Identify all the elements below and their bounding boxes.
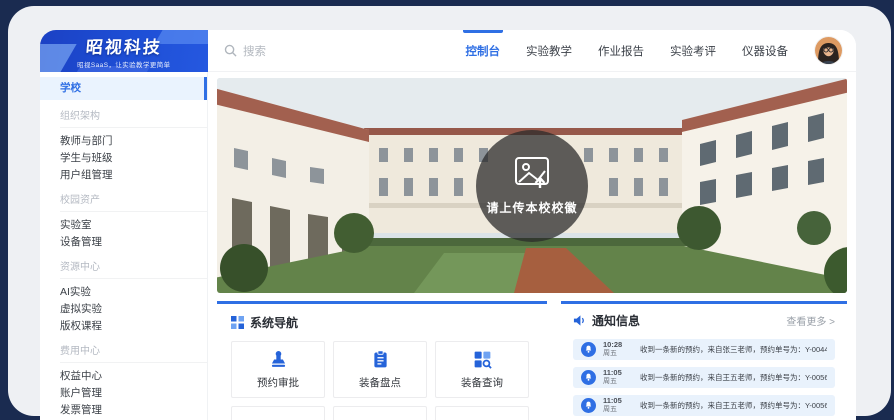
sidebar-section-org: 组织架构 [60, 107, 207, 128]
notification-time: 11:05 周五 [603, 369, 633, 386]
hero-banner: 请上传本校校徽 [217, 78, 847, 293]
sidebar-item-account-management[interactable]: 账户管理 [40, 385, 207, 402]
notification-text: 收到一条新的预约，来自张三老师，预约单号为：Y-0044，请尽快处理。 [640, 344, 827, 355]
notifications-card: 通知信息 查看更多 > 10:28 周五 收到一条新的预约，来自张三老师，预约单… [561, 301, 847, 420]
tile-label: 预约审批 [257, 375, 299, 390]
notification-text: 收到一条新的预约，来自王五老师，预约单号为：Y-0056，请尽快处理。 [640, 372, 827, 383]
tile-reservation-approval[interactable]: 预约审批 [231, 341, 325, 398]
avatar-image [815, 37, 842, 64]
clipboard-icon [370, 349, 391, 370]
system-navigation-card: 系统导航 预约审批 [217, 301, 547, 420]
tab-experiment-evaluation[interactable]: 实验考评 [657, 30, 729, 72]
notification-item[interactable]: 11:05 周五 收到一条新的预约，来自王五老师，预约单号为：Y-0056，请尽… [573, 395, 835, 416]
system-navigation-title: 系统导航 [250, 314, 298, 331]
tab-console[interactable]: 控制台 [453, 30, 514, 72]
logo-decor-shard [40, 44, 77, 72]
tile-row2-1[interactable] [231, 406, 325, 420]
sidebar-item-invoice-management[interactable]: 发票管理 [40, 402, 207, 419]
notifications-header: 通知信息 查看更多 > [573, 312, 835, 329]
upload-label: 请上传本校校徽 [486, 199, 577, 216]
grid-search-icon [472, 349, 493, 370]
tab-experiment-teaching[interactable]: 实验教学 [513, 30, 585, 72]
sidebar-item-school[interactable]: 学校 [40, 77, 207, 100]
tile-row2-2[interactable] [333, 406, 427, 420]
notification-text: 收到一条新的预约，来自王五老师，预约单号为：Y-0056，请尽快处理。 [640, 400, 827, 411]
tile-label: 装备查询 [461, 375, 503, 390]
notification-item[interactable]: 10:28 周五 收到一条新的预约，来自张三老师，预约单号为：Y-0044，请尽… [573, 339, 835, 360]
tile-equipment-query[interactable]: 装备查询 [435, 341, 529, 398]
tab-instruments[interactable]: 仪器设备 [729, 30, 801, 72]
search-input[interactable]: 搜索 [224, 43, 266, 59]
sidebar-item-benefits-center[interactable]: 权益中心 [40, 368, 207, 385]
sidebar-item-equipment-management[interactable]: 设备管理 [40, 234, 207, 251]
bell-icon [581, 398, 596, 413]
sidebar-item-laboratory[interactable]: 实验室 [40, 217, 207, 234]
bottom-cards: 系统导航 预约审批 [217, 301, 847, 420]
logo-title: 昭视科技 [85, 33, 163, 58]
notifications-title: 通知信息 [592, 312, 640, 329]
avatar[interactable] [815, 37, 842, 64]
stamp-icon [268, 349, 289, 370]
notification-time: 11:05 周五 [603, 397, 633, 414]
tab-homework-report[interactable]: 作业报告 [585, 30, 657, 72]
sidebar: 学校 组织架构 教师与部门 学生与班级 用户组管理 校园资产 实验室 设备管理 … [40, 72, 208, 420]
tile-equipment-inventory[interactable]: 装备盘点 [333, 341, 427, 398]
system-navigation-header: 系统导航 [231, 314, 533, 331]
tile-row2-3[interactable] [435, 406, 529, 420]
view-more-link[interactable]: 查看更多 > [786, 313, 835, 328]
sidebar-item-teachers-departments[interactable]: 教师与部门 [40, 133, 207, 150]
speaker-icon [573, 314, 586, 327]
navigation-tiles: 预约审批 装备盘点 [231, 341, 533, 420]
sidebar-item-students-classes[interactable]: 学生与班级 [40, 150, 207, 167]
sidebar-section-resource-center: 资源中心 [60, 258, 207, 279]
top-nav-tabs: 控制台 实验教学 作业报告 实验考评 仪器设备 [453, 30, 802, 72]
sidebar-item-user-groups[interactable]: 用户组管理 [40, 167, 207, 184]
topbar: 搜索 控制台 实验教学 作业报告 实验考评 仪器设备 [208, 30, 856, 72]
upload-school-badge-button[interactable]: 请上传本校校徽 [476, 130, 588, 242]
search-placeholder: 搜索 [243, 43, 266, 59]
logo: 昭视科技 昭视SaaS，让实验教学更简单 [40, 30, 208, 72]
tile-label: 装备盘点 [359, 375, 401, 390]
image-upload-icon [514, 156, 550, 190]
bell-icon [581, 370, 596, 385]
sidebar-item-licensed-courses[interactable]: 版权课程 [40, 318, 207, 335]
grid-icon [231, 316, 244, 329]
notification-time: 10:28 周五 [603, 341, 633, 358]
sidebar-section-campus-assets: 校园资产 [60, 191, 207, 212]
main-content: 请上传本校校徽 系统导航 [208, 72, 856, 420]
logo-tagline: 昭视SaaS，让实验教学更简单 [77, 60, 170, 69]
app-window: 昭视科技 昭视SaaS，让实验教学更简单 搜索 控制台 实验教学 作业报告 实验… [40, 30, 856, 420]
search-icon [224, 44, 237, 57]
sidebar-section-billing-center: 费用中心 [60, 342, 207, 363]
sidebar-item-ai-experiment[interactable]: AI实验 [40, 284, 207, 301]
sidebar-item-virtual-experiment[interactable]: 虚拟实验 [40, 301, 207, 318]
bell-icon [581, 342, 596, 357]
notification-item[interactable]: 11:05 周五 收到一条新的预约，来自王五老师，预约单号为：Y-0056，请尽… [573, 367, 835, 388]
